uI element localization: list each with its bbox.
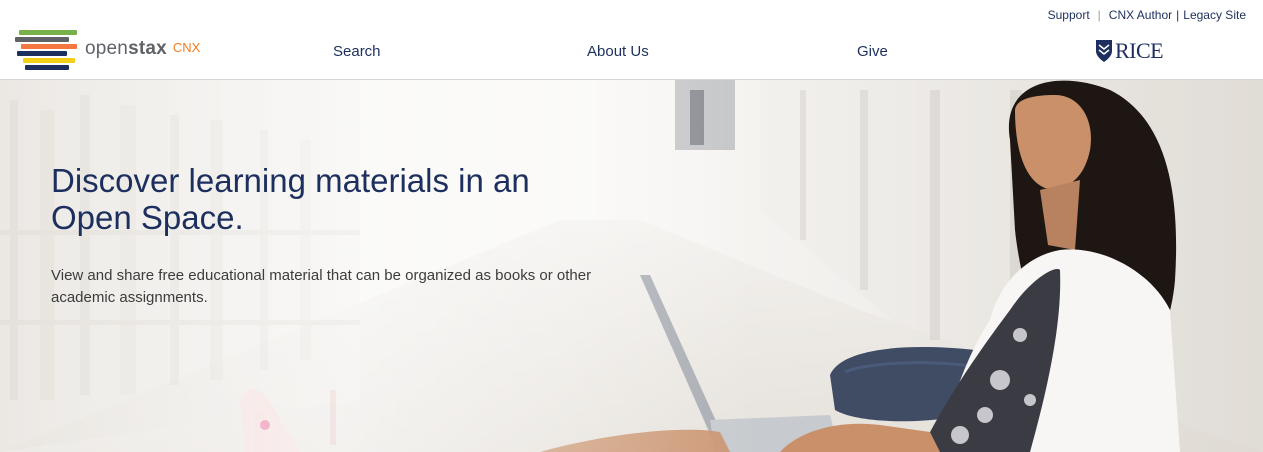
legacy-site-link[interactable]: Legacy Site [1183, 8, 1246, 22]
hero-banner: Discover learning materials in an Open S… [0, 80, 1263, 452]
utility-separator: | [1176, 8, 1180, 22]
site-header: Support | CNX Author | Legacy Site opens… [0, 0, 1263, 80]
utility-separator: | [1097, 8, 1101, 22]
book-stack-icon [15, 29, 77, 70]
nav-about-us[interactable]: About Us [587, 43, 649, 60]
hero-subtext: View and share free educational material… [51, 267, 592, 306]
logo-wordmark-stax: stax [128, 38, 167, 59]
nav-search[interactable]: Search [333, 43, 381, 60]
hero-headline: Discover learning materials in an Open S… [51, 162, 530, 236]
support-link[interactable]: Support [1048, 8, 1090, 22]
openstax-cnx-logo[interactable]: openstax CNX [15, 29, 201, 70]
rice-logo[interactable]: RICE [1095, 38, 1164, 64]
rice-shield-icon [1096, 40, 1112, 62]
logo-wordmark-open: open [85, 38, 129, 59]
nav-give[interactable]: Give [857, 43, 888, 60]
logo-cnx-label: CNX [172, 40, 201, 55]
logo-wordmark: openstax [85, 38, 167, 60]
rice-wordmark: RICE [1115, 38, 1164, 63]
utility-nav: Support | CNX Author | Legacy Site [1048, 8, 1246, 22]
cnx-author-link[interactable]: CNX Author [1109, 8, 1172, 22]
